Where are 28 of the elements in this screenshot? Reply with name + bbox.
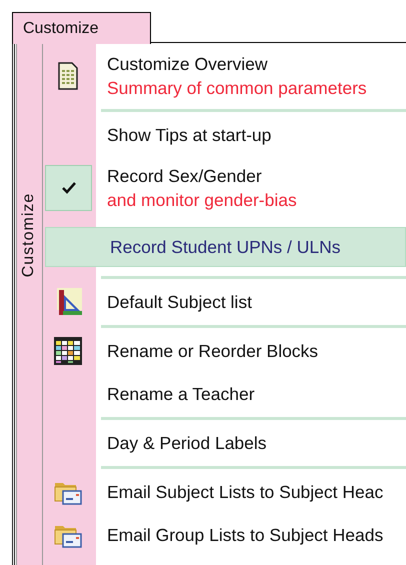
checkbox[interactable] (45, 165, 92, 211)
item-label: Rename or Reorder Blocks (107, 340, 318, 363)
item-label: Email Subject Lists to Subject Heac (107, 481, 384, 504)
menu-item[interactable]: Show Tips at start-up (43, 117, 406, 153)
item-description: and monitor gender-bias (107, 189, 297, 212)
item-description: Summary of common parameters (107, 77, 367, 100)
menu-item[interactable]: Customize Overview Summary of common parameters (43, 48, 406, 104)
item-label: Record Sex/Gender (107, 165, 263, 188)
customize-tab[interactable]: Customize (12, 12, 151, 44)
item-label: Day & Period Labels (107, 432, 267, 455)
selected-menu-item[interactable]: Record Student UPNs / ULNs (45, 227, 406, 267)
menu-item[interactable]: Default Subject list (43, 284, 406, 320)
timetable-grid-icon (53, 336, 83, 366)
document-icon (58, 62, 78, 90)
menu-item[interactable]: Email Subject Lists to Subject Heac (43, 474, 406, 510)
menu-item[interactable]: Rename or Reorder Blocks (43, 333, 406, 369)
item-label: Default Subject list (107, 291, 252, 314)
menu-item[interactable]: Record Sex/Gender and monitor gender-bias (43, 160, 406, 216)
item-label: Customize Overview (107, 53, 268, 76)
menu-item[interactable]: Email Group Lists to Subject Heads (43, 517, 406, 553)
check-icon (62, 182, 76, 194)
item-label: Show Tips at start-up (107, 124, 272, 147)
rail-label[interactable]: Customize (17, 185, 41, 285)
item-label: Email Group Lists to Subject Heads (107, 524, 384, 547)
item-label: Record Student UPNs / ULNs (110, 236, 341, 259)
item-label: Rename a Teacher (107, 383, 255, 406)
menu-item[interactable]: Day & Period Labels (43, 425, 406, 461)
menu-item[interactable]: Rename a Teacher (43, 376, 406, 412)
